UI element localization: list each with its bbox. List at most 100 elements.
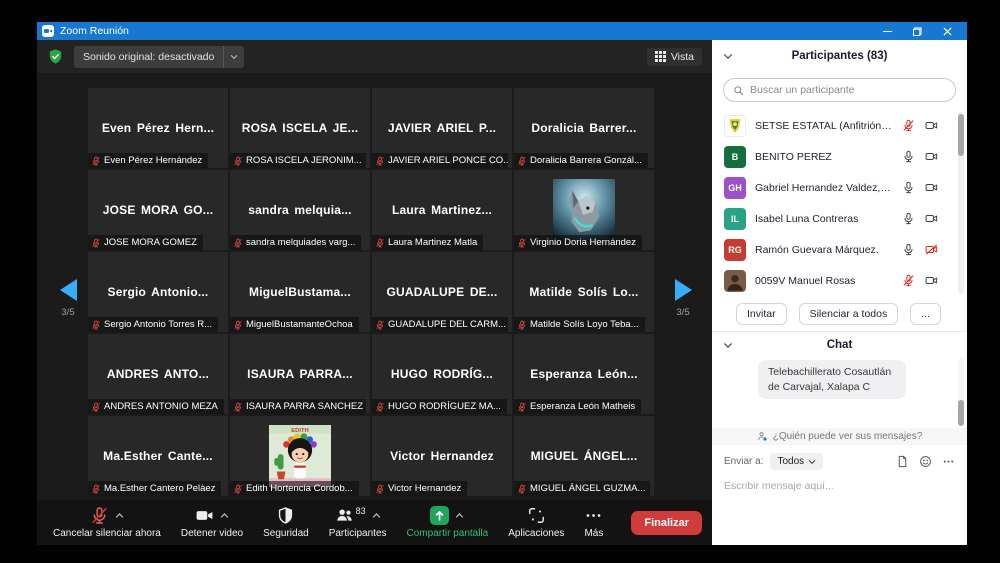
scrollbar-thumb[interactable] <box>958 114 964 156</box>
mic-icon <box>902 243 915 256</box>
participant-name-text: Victor Hernandez <box>388 483 461 494</box>
chevron-up-icon[interactable] <box>455 512 464 519</box>
participant-row[interactable]: BBENITO PEREZ <box>712 141 967 172</box>
video-tile[interactable]: Sergio Antonio... Sergio Antonio Torres R… <box>88 252 228 332</box>
participant-name-label: Matilde Solís Loyo Teba... <box>514 317 645 332</box>
wolf-avatar-image <box>553 179 615 241</box>
participant-display-name: Sergio Antonio... <box>102 285 215 299</box>
participant-row[interactable]: GHGabriel Hernandez Valdez, Tele... <box>712 172 967 203</box>
video-tile[interactable]: HUGO RODRÍG...HUGO RODRÍGUEZ MA... <box>372 334 512 414</box>
video-tile[interactable]: ISAURA PARRA...ISAURA PARRA SANCHEZ <box>230 334 370 414</box>
window-titlebar: Zoom Reunión <box>37 22 967 40</box>
video-tile[interactable]: GUADALUPE DE...GUADALUPE DEL CARM... <box>372 252 512 332</box>
participant-name-label: Sergio Antonio Torres R... <box>88 317 218 332</box>
participants-button[interactable]: 83 Participantes <box>319 500 397 545</box>
participant-name-label: Doralicia Barrera Gonzál... <box>514 153 648 168</box>
participant-display-name: Doralicia Barrer... <box>525 121 642 135</box>
camera-icon <box>924 274 939 287</box>
minimize-button[interactable] <box>872 22 902 40</box>
next-page-button[interactable]: 3/5 <box>668 279 698 318</box>
video-tile[interactable]: Virginio Doria Hernández <box>514 170 654 250</box>
participants-scrollbar[interactable] <box>958 112 964 294</box>
participant-display-name: sandra melquia... <box>242 203 357 217</box>
video-tile[interactable]: ANDRES ANTO...ANDRES ANTONIO MEZA <box>88 334 228 414</box>
video-tile[interactable]: Even Pérez Hern...Even Pérez Hernández <box>88 88 228 168</box>
participant-display-name: ISAURA PARRA... <box>241 367 359 381</box>
svg-text:EDITH: EDITH <box>291 428 308 434</box>
video-tile[interactable]: EDITH Edith Hortencia Cordob... <box>230 416 370 496</box>
view-button[interactable]: Vista <box>647 48 702 66</box>
invite-button[interactable]: Invitar <box>736 303 787 325</box>
video-tile[interactable]: ROSA ISCELA JE...ROSA ISCELA JERONIM... <box>230 88 370 168</box>
participant-name: Isabel Luna Contreras <box>755 213 893 225</box>
chevron-up-icon[interactable] <box>220 512 229 519</box>
participant-search-input[interactable] <box>750 84 946 96</box>
participant-name-text: Edith Hortencia Cordob... <box>246 483 353 494</box>
send-to-value: Todos <box>777 456 804 467</box>
video-tile[interactable]: Esperanza León...Esperanza León Matheis <box>514 334 654 414</box>
more-button[interactable]: Más <box>574 500 613 545</box>
maximize-button[interactable] <box>902 22 932 40</box>
privacy-note-text: ¿Quién puede ver sus mensajes? <box>773 431 923 442</box>
participant-avatar: IL <box>724 208 746 230</box>
apps-icon <box>527 506 546 525</box>
participant-name-label: ROSA ISCELA JERONIM... <box>230 153 366 168</box>
previous-page-button[interactable]: 3/5 <box>53 279 83 318</box>
video-tile[interactable]: Ma.Esther Cante...Ma.Esther Cantero Pelà… <box>88 416 228 496</box>
chevron-down-icon[interactable] <box>223 46 244 68</box>
security-shield-icon <box>276 506 295 525</box>
grid-view-icon <box>655 51 666 62</box>
unmute-button[interactable]: Cancelar silenciar ahora <box>43 500 171 545</box>
participant-name-text: Esperanza León Matheis <box>530 401 635 412</box>
participant-row[interactable]: SETSE ESTATAL (Anfitrión, yo) <box>712 110 967 141</box>
participant-row[interactable]: IL Isabel Luna Contreras <box>712 203 967 234</box>
chevron-up-icon[interactable] <box>115 512 124 519</box>
mic-icon <box>902 212 915 225</box>
video-tile[interactable]: MIGUEL ÁNGEL...MIGUEL ÁNGEL GUZMA... <box>514 416 654 496</box>
apps-button[interactable]: Aplicaciones <box>498 500 574 545</box>
collapse-chevron-icon[interactable] <box>723 53 733 60</box>
video-tile[interactable]: Matilde Solís Lo...Matilde Solís Loyo Te… <box>514 252 654 332</box>
security-button[interactable]: Seguridad <box>253 500 319 545</box>
scrollbar-thumb[interactable] <box>958 400 964 426</box>
participant-display-name: JOSE MORA GO... <box>97 203 220 217</box>
participant-name-text: Doralicia Barrera Gonzál... <box>530 155 642 166</box>
participant-name-text: MIGUEL ÁNGEL GUZMA... <box>530 483 645 494</box>
participant-avatar: GH <box>724 177 746 199</box>
attach-file-icon[interactable] <box>896 455 909 468</box>
share-screen-button[interactable]: Compartir pantalla <box>397 500 499 545</box>
camera-icon <box>924 150 939 163</box>
chat-input-placeholder[interactable]: Escribir mensaje aquí... <box>724 480 955 492</box>
video-tile[interactable]: JAVIER ARIEL P...JAVIER ARIEL PONCE CO..… <box>372 88 512 168</box>
participants-panel-title: Participantes (83) <box>792 50 888 62</box>
participants-more-button[interactable]: ... <box>910 303 941 325</box>
participant-search-box[interactable] <box>723 78 956 102</box>
close-button[interactable] <box>932 22 962 40</box>
video-tile[interactable]: Laura Martinez...Laura Martinez Matla <box>372 170 512 250</box>
participant-status-icons <box>902 212 939 225</box>
stop-video-button[interactable]: Detener video <box>171 500 253 545</box>
video-tile[interactable]: MiguelBustama...MiguelBustamanteOchoa <box>230 252 370 332</box>
end-meeting-button[interactable]: Finalizar <box>631 511 702 535</box>
chat-scrollbar[interactable] <box>958 358 964 426</box>
participant-name-label: Laura Martinez Matla <box>372 235 483 250</box>
participants-actions: Invitar Silenciar a todos ... <box>712 296 967 332</box>
emoji-icon[interactable] <box>919 455 932 468</box>
collapse-chevron-icon[interactable] <box>723 342 733 349</box>
chat-privacy-note[interactable]: ¿Quién puede ver sus mensajes? <box>712 428 967 445</box>
video-tile[interactable]: JOSE MORA GO...JOSE MORA GOMEZ <box>88 170 228 250</box>
participant-name: 0059V Manuel Rosas <box>755 275 893 287</box>
participant-name-label: JAVIER ARIEL PONCE CO... <box>372 153 508 168</box>
send-to-dropdown[interactable]: Todos <box>770 453 823 470</box>
encryption-shield-icon[interactable] <box>47 48 64 65</box>
participant-row[interactable]: 0059V Manuel Rosas <box>712 265 967 296</box>
original-sound-button[interactable]: Sonido original: desactivado <box>74 46 244 68</box>
chevron-up-icon[interactable] <box>372 512 381 519</box>
participant-row[interactable]: RGRamón Guevara Márquez. <box>712 234 967 265</box>
muted-mic-icon <box>517 402 527 412</box>
chat-more-icon[interactable] <box>942 455 955 468</box>
video-tile[interactable]: Doralicia Barrer... Doralicia Barrera Gon… <box>514 88 654 168</box>
mute-all-button[interactable]: Silenciar a todos <box>799 303 899 325</box>
video-tile[interactable]: Victor HernandezVictor Hernandez <box>372 416 512 496</box>
video-tile[interactable]: sandra melquia...sandra melquiades varg.… <box>230 170 370 250</box>
